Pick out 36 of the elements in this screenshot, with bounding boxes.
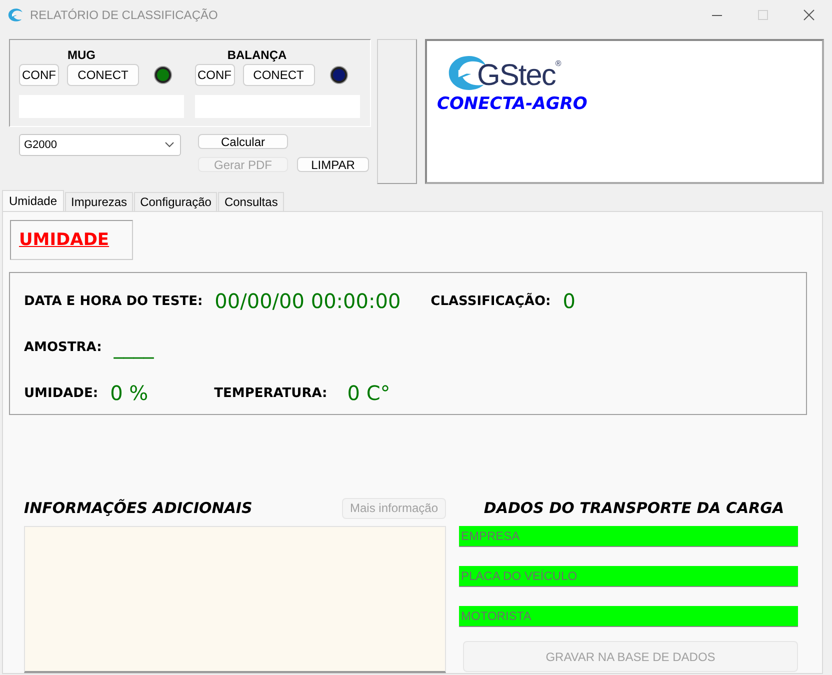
device-label: BALANÇA — [226, 47, 288, 64]
model-dropdown[interactable]: G2000 — [19, 134, 181, 156]
section-heading: INFORMAÇÕES ADICIONAIS — [24, 499, 252, 517]
field-value: 0 C° — [347, 381, 390, 405]
field-value: ____ — [114, 335, 154, 359]
field-value: 00/00/00 00:00:00 — [214, 289, 401, 313]
device-label: MUG — [66, 47, 96, 64]
field-label: DATA E HORA DO TESTE: — [24, 294, 203, 308]
tab[interactable]: Configuração — [134, 192, 218, 211]
config-button[interactable]: CONF — [194, 64, 234, 86]
tab[interactable]: Consultas — [218, 192, 284, 211]
input-field[interactable]: EMPRESA — [459, 526, 798, 547]
input-field[interactable]: PLACA DO VEÍCULO — [459, 566, 798, 587]
field-value: 0 % — [110, 381, 148, 405]
field-label: UMIDADE: — [24, 386, 98, 400]
brand-logo: GStec — [477, 61, 556, 91]
window-title: RELATÓRIO DE CLASSIFICAÇÃO — [30, 8, 218, 22]
connect-button[interactable]: CONECT — [67, 64, 139, 86]
config-button[interactable]: CONF — [19, 64, 59, 86]
registered-mark: ® — [555, 59, 562, 68]
field-label: TEMPERATURA: — [214, 386, 328, 400]
field-label: CLASSIFICAÇÃO: — [430, 294, 551, 308]
field-value: 0 — [562, 289, 576, 313]
calculate-button[interactable]: Calcular — [198, 134, 288, 149]
tab[interactable]: Umidade — [2, 190, 64, 211]
field-label: AMOSTRA: — [24, 340, 102, 354]
connect-button[interactable]: CONECT — [242, 64, 314, 86]
input-field[interactable]: MOTORISTA — [459, 606, 798, 627]
notes-text-area[interactable] — [24, 526, 446, 673]
section-title: UMIDADE — [19, 230, 110, 250]
tab[interactable]: Impurezas — [65, 192, 134, 211]
section-heading: DADOS DO TRANSPORTE DA CARGA — [482, 498, 786, 519]
product-name: CONECTA-AGRO — [437, 94, 588, 114]
app-icon — [8, 8, 24, 22]
chevron-down-icon — [165, 142, 174, 148]
clear-button[interactable]: LIMPAR — [297, 157, 369, 172]
